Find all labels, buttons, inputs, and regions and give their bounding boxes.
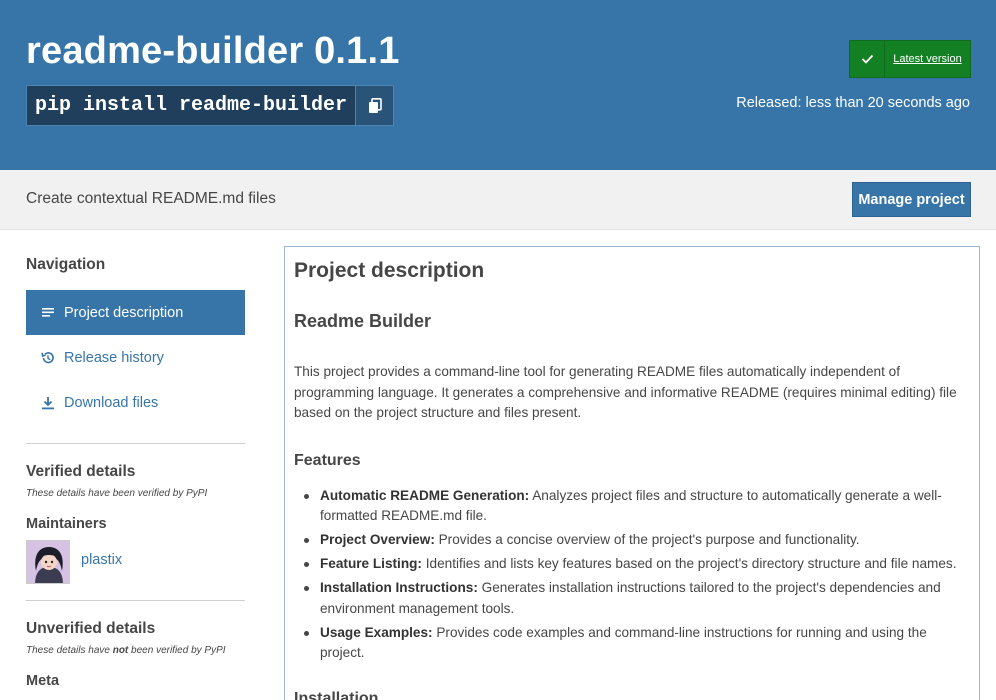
features-heading: Features [294,451,361,469]
unverified-note-emphasis: not [112,645,129,656]
feature-label: Feature Listing: [320,556,422,571]
align-left-icon [40,305,56,321]
latest-version-link[interactable]: Latest version [885,41,970,77]
manage-project-button[interactable]: Manage project [852,182,971,217]
history-icon [40,350,56,366]
project-description-panel: Project description Readme Builder This … [284,246,980,700]
nav-item-label: Download files [64,394,159,411]
features-list: Automatic README Generation: Analyzes pr… [294,486,970,664]
avatar[interactable] [26,540,70,584]
package-summary: Create contextual README.md files [26,190,276,207]
copy-button[interactable] [355,86,394,125]
list-item: Installation Instructions: Generates ins… [304,578,970,619]
feature-label: Usage Examples: [320,624,433,640]
latest-version-badge[interactable]: Latest version [849,40,971,78]
unverified-details-heading: Unverified details [26,620,156,637]
unverified-note-post: been verified by PyPI [128,645,226,656]
feature-label: Project Overview: [320,532,435,547]
nav-item-label: Release history [64,349,164,366]
package-summary-bar: Create contextual README.md files Manage… [0,170,996,230]
nav-item-label: Project description [64,304,184,321]
navigation-heading: Navigation [26,256,106,273]
release-date: Released: less than 20 seconds ago [736,95,970,111]
feature-label: Automatic README Generation: [320,487,530,503]
nav-item-download-files[interactable]: Download files [26,380,245,425]
list-item: Project Overview: Provides a concise ove… [304,530,970,551]
project-description-title: Project description [294,259,485,282]
nav-item-release-history[interactable]: Release history [26,335,245,380]
package-header: readme-builder 0.1.1 pip install readme-… [0,0,996,170]
package-title: readme-builder 0.1.1 [26,30,400,72]
nav-item-project-description[interactable]: Project description [26,290,245,335]
list-item: Automatic README Generation: Analyzes pr… [304,486,970,527]
unverified-note: These details have not been verified by … [26,645,226,656]
installation-heading: Installation [294,689,379,700]
feature-text: Provides a concise overview of the proje… [434,532,860,547]
maintainer-link[interactable]: plastix [81,552,122,568]
feature-label: Installation Instructions: [320,580,478,595]
unverified-note-pre: These details have [26,645,113,656]
pip-command[interactable]: pip install readme-builder [27,86,355,125]
sidebar-divider [26,600,245,601]
download-icon [40,395,56,411]
intro-paragraph: This project provides a command-line too… [294,364,957,420]
list-item: Feature Listing: Identifies and lists ke… [304,554,970,575]
maintainers-heading: Maintainers [26,516,107,532]
readme-title: Readme Builder [294,311,432,331]
list-item: Usage Examples: Provides code examples a… [304,623,970,664]
check-icon [850,41,885,77]
verified-note: These details have been verified by PyPI [26,488,208,499]
sidebar-divider [26,443,245,444]
feature-text: Identifies and lists key features based … [421,556,957,571]
pip-install-box: pip install readme-builder [26,85,395,126]
meta-heading: Meta [26,673,60,689]
copy-icon [368,97,382,113]
verified-details-heading: Verified details [26,463,136,480]
